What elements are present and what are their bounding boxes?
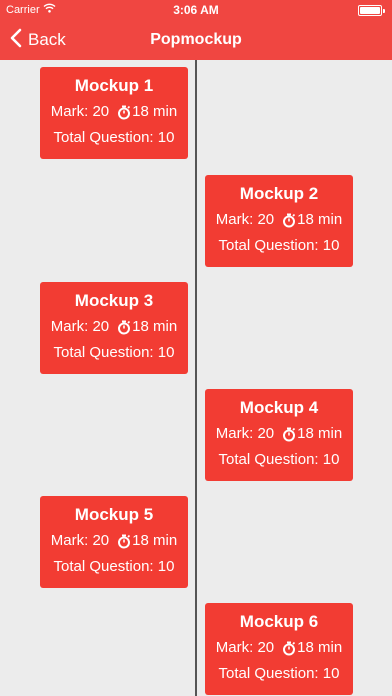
mockup-mark: Mark: 20 — [215, 211, 275, 228]
mockup-meta: Mark: 20 18 min — [40, 102, 188, 122]
stopwatch-icon — [282, 641, 296, 656]
stopwatch-icon — [282, 213, 296, 228]
mockup-total: Total Question: 10 — [53, 344, 175, 361]
mockup-card-4[interactable]: Mockup 4 Mark: 20 18 min Total Question:… — [205, 389, 353, 481]
stopwatch-icon — [117, 534, 131, 549]
mockup-duration: 18 min — [297, 211, 343, 228]
battery-icon — [358, 5, 385, 16]
stopwatch-icon — [117, 105, 131, 120]
mockup-card-3[interactable]: Mockup 3 Mark: 20 18 min Total Question:… — [40, 282, 188, 374]
status-bar: Carrier 3:06 AM — [0, 0, 392, 20]
mockup-mark: Mark: 20 — [50, 318, 110, 335]
mockup-meta: Mark: 20 18 min — [40, 317, 188, 337]
timeline-divider — [195, 60, 197, 696]
mockup-card-6[interactable]: Mockup 6 Mark: 20 18 min Total Question:… — [205, 603, 353, 695]
mockup-name: Mockup 2 — [239, 184, 319, 203]
mockup-name: Mockup 6 — [239, 612, 319, 631]
mockup-duration: 18 min — [297, 425, 343, 442]
mockup-mark: Mark: 20 — [215, 425, 275, 442]
mockup-meta: Mark: 20 18 min — [205, 638, 353, 658]
mockup-mark: Mark: 20 — [50, 103, 110, 120]
stopwatch-icon — [282, 427, 296, 442]
mockup-card-5[interactable]: Mockup 5 Mark: 20 18 min Total Question:… — [40, 496, 188, 588]
mockup-total: Total Question: 10 — [218, 451, 340, 468]
stopwatch-icon — [117, 320, 131, 335]
mockup-total: Total Question: 10 — [53, 129, 175, 146]
mockup-duration: 18 min — [132, 318, 178, 335]
mockup-list[interactable]: Mockup 1 Mark: 20 18 min Total Question:… — [0, 60, 392, 696]
mockup-card-2[interactable]: Mockup 2 Mark: 20 18 min Total Question:… — [205, 175, 353, 267]
mockup-card-1[interactable]: Mockup 1 Mark: 20 18 min Total Question:… — [40, 67, 188, 159]
mockup-name: Mockup 1 — [74, 76, 154, 95]
mockup-duration: 18 min — [132, 103, 178, 120]
mockup-total: Total Question: 10 — [53, 558, 175, 575]
nav-bar: Back Popmockup — [0, 20, 392, 60]
page-title: Popmockup — [150, 31, 242, 48]
mockup-total: Total Question: 10 — [218, 237, 340, 254]
mockup-duration: 18 min — [132, 532, 178, 549]
mockup-name: Mockup 5 — [74, 505, 154, 524]
mockup-name: Mockup 3 — [74, 291, 154, 310]
mockup-meta: Mark: 20 18 min — [205, 424, 353, 444]
mockup-mark: Mark: 20 — [215, 639, 275, 656]
mockup-name: Mockup 4 — [239, 398, 319, 417]
mockup-mark: Mark: 20 — [50, 532, 110, 549]
status-time: 3:06 AM — [173, 3, 219, 17]
mockup-meta: Mark: 20 18 min — [40, 531, 188, 551]
mockup-duration: 18 min — [297, 639, 343, 656]
mockup-meta: Mark: 20 18 min — [205, 210, 353, 230]
mockup-total: Total Question: 10 — [218, 665, 340, 682]
